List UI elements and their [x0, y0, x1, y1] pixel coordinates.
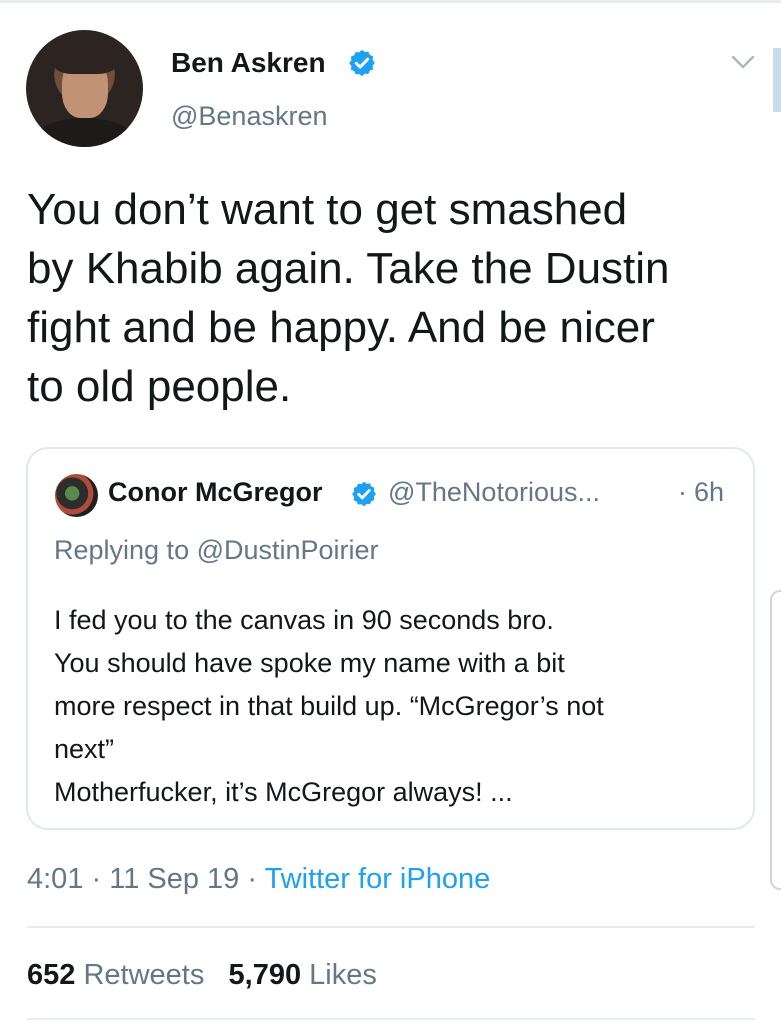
tweet-meta: 4:01 · 11 Sep 19 · Twitter for iPhone [27, 863, 490, 896]
retweets-stat[interactable]: 652 Retweets [27, 959, 204, 991]
retweets-count: 652 [27, 959, 76, 991]
quoted-author-handle: @TheNotorious... [388, 477, 600, 507]
top-divider [0, 0, 781, 3]
author-avatar[interactable] [26, 30, 143, 147]
avatar-shoulders [32, 118, 137, 147]
quoted-tweet-card[interactable]: Conor McGregor @TheNotorious... · 6h Rep… [26, 447, 755, 830]
avatar-hair [54, 44, 116, 74]
meta-separator: · [83, 863, 110, 895]
stats-divider-bottom [27, 1018, 755, 1020]
quoted-tweet-text: I fed you to the canvas in 90 seconds br… [54, 605, 604, 807]
tweet-date[interactable]: 11 Sep 19 [109, 863, 239, 895]
chevron-down-icon[interactable] [730, 52, 756, 72]
quoted-author-avatar[interactable] [55, 474, 98, 517]
stats-divider-top [27, 926, 755, 928]
scroll-indicator [773, 48, 781, 112]
meta-separator: · [239, 863, 265, 895]
retweets-label: Retweets [83, 959, 205, 991]
replying-to-label: Replying to @DustinPoirier [54, 535, 379, 565]
likes-label: Likes [309, 959, 377, 991]
tweet-stats: 652 Retweets 5,790 Likes [27, 959, 377, 992]
author-handle[interactable]: @Benaskren [171, 101, 328, 132]
quoted-tweet-time: 6h [694, 477, 725, 507]
tweet-source-link[interactable]: Twitter for iPhone [265, 863, 491, 895]
verified-badge-icon [352, 481, 376, 507]
author-display-name[interactable]: Ben Askren [171, 47, 326, 79]
tweet-text: You don’t want to get smashed by Khabib … [27, 185, 670, 411]
likes-stat[interactable]: 5,790 Likes [229, 959, 377, 991]
likes-count: 5,790 [228, 959, 302, 991]
quoted-author-display-name: Conor McGregor [108, 477, 323, 507]
tweet-time[interactable]: 4:01 [27, 863, 83, 895]
side-panel-edge [770, 590, 781, 890]
time-separator: · [678, 477, 687, 507]
verified-badge-icon [349, 49, 375, 77]
